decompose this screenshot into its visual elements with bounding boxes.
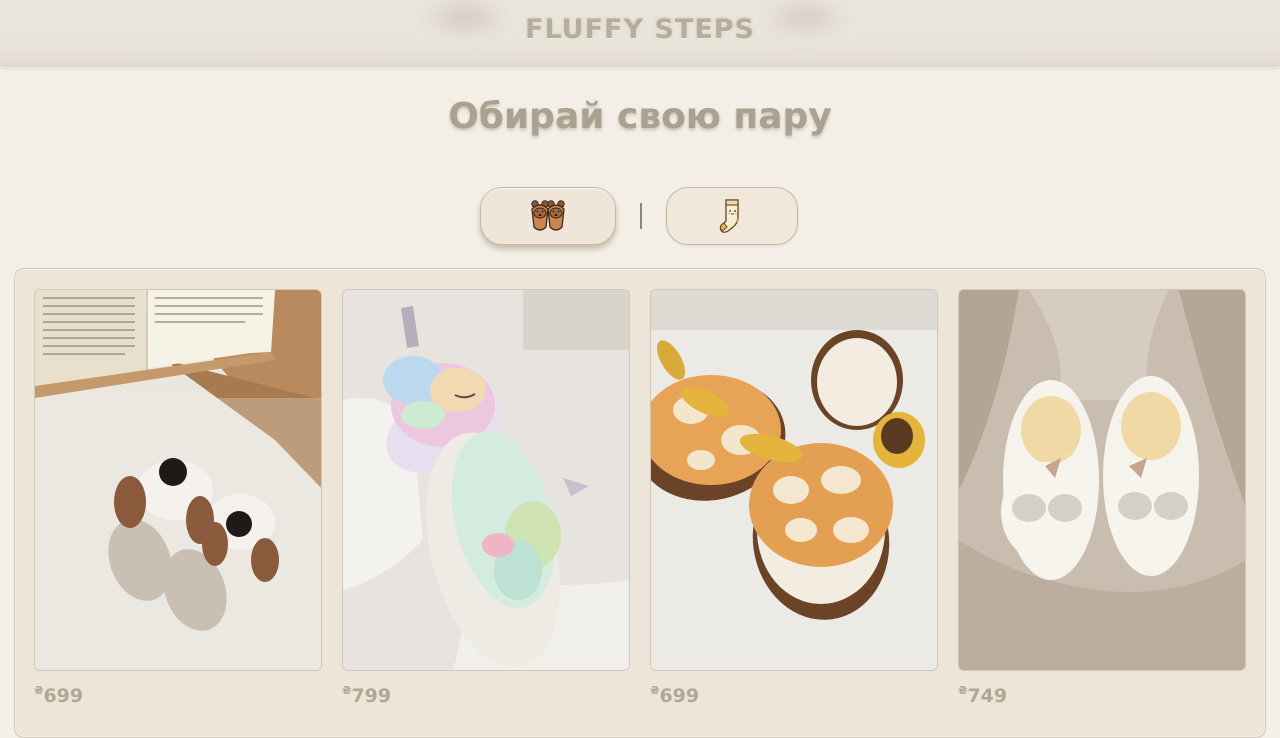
sock-icon — [719, 199, 739, 233]
page-title: Обирай свою пару — [448, 96, 832, 137]
product-price: ₴749 — [958, 684, 1008, 707]
product-price: ₴699 — [650, 684, 700, 707]
product-card[interactable]: ₴799 — [342, 289, 630, 707]
filter-socks-button[interactable] — [666, 187, 798, 245]
giraffe-slippers-photo[interactable] — [650, 289, 938, 671]
dog-slippers-photo[interactable] — [34, 289, 322, 671]
filter-separator — [640, 203, 642, 229]
product-price: ₴799 — [342, 684, 392, 707]
product-card[interactable]: ₴699 — [650, 289, 938, 707]
bear-slippers-icon — [531, 200, 565, 231]
brand-logo[interactable]: FLUFFY STEPS — [0, 14, 1280, 45]
top-bar: FLUFFY STEPS — [0, 0, 1280, 66]
unicorn-rainbow-slippers-photo[interactable] — [342, 289, 630, 671]
product-price: ₴699 — [34, 684, 84, 707]
product-card[interactable]: ₴749 — [958, 289, 1246, 707]
filter-slippers-button[interactable] — [480, 187, 616, 245]
product-card[interactable]: ₴699 — [34, 289, 322, 707]
white-unicorn-slippers-photo[interactable] — [958, 289, 1246, 671]
